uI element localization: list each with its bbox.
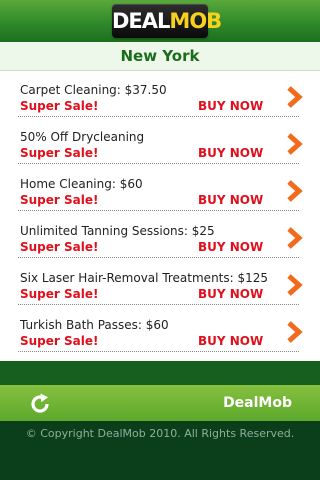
deal-title: Unlimited Tanning Sessions: $25 xyxy=(20,224,215,238)
chevron-right-icon[interactable] xyxy=(285,320,303,344)
divider xyxy=(18,116,299,117)
copyright-text: © Copyright DealMob 2010. All Rights Res… xyxy=(25,427,295,440)
city-bar: New York xyxy=(0,42,320,71)
deal-sale-label: Super Sale! xyxy=(20,99,99,113)
refresh-icon[interactable] xyxy=(28,392,52,416)
buy-now-button[interactable]: BUY NOW xyxy=(198,193,263,207)
deal-sale-label: Super Sale! xyxy=(20,193,99,207)
buy-now-button[interactable]: BUY NOW xyxy=(198,146,263,160)
deal-sale-label: Super Sale! xyxy=(20,334,99,348)
buy-now-button[interactable]: BUY NOW xyxy=(198,99,263,113)
deal-item[interactable]: Carpet Cleaning: $37.50 Super Sale! BUY … xyxy=(0,71,320,118)
deal-sale-label: Super Sale! xyxy=(20,240,99,254)
buy-now-button[interactable]: BUY NOW xyxy=(198,287,263,301)
chevron-right-icon[interactable] xyxy=(285,179,303,203)
deal-title: Carpet Cleaning: $37.50 xyxy=(20,83,167,97)
app: DEALMOB New York Carpet Cleaning: $37.50… xyxy=(0,0,320,480)
dealmob-logo: DEALMOB xyxy=(112,4,222,38)
divider xyxy=(18,351,299,352)
chevron-right-icon[interactable] xyxy=(285,226,303,250)
divider xyxy=(18,257,299,258)
divider xyxy=(18,304,299,305)
deal-sale-label: Super Sale! xyxy=(20,287,99,301)
deal-title: Home Cleaning: $60 xyxy=(20,177,143,191)
brand-label: DealMob xyxy=(223,395,292,411)
deal-title: 50% Off Drycleaning xyxy=(20,130,145,144)
deal-item[interactable]: Turkish Bath Passes: $60 Super Sale! BUY… xyxy=(0,306,320,353)
deal-item[interactable]: Home Cleaning: $60 Super Sale! BUY NOW xyxy=(0,165,320,212)
chevron-right-icon[interactable] xyxy=(285,85,303,109)
deal-item[interactable]: Six Laser Hair-Removal Treatments: $125 … xyxy=(0,259,320,306)
deal-sale-label: Super Sale! xyxy=(20,146,99,160)
city-title: New York xyxy=(120,47,200,65)
buy-now-button[interactable]: BUY NOW xyxy=(198,240,263,254)
deal-item[interactable]: Unlimited Tanning Sessions: $25 Super Sa… xyxy=(0,212,320,259)
deal-title: Turkish Bath Passes: $60 xyxy=(20,318,169,332)
buy-now-button[interactable]: BUY NOW xyxy=(198,334,263,348)
divider xyxy=(18,210,299,211)
deal-item[interactable]: 50% Off Drycleaning Super Sale! BUY NOW xyxy=(0,118,320,165)
chevron-right-icon[interactable] xyxy=(285,273,303,297)
chevron-right-icon[interactable] xyxy=(285,132,303,156)
deal-title: Six Laser Hair-Removal Treatments: $125 xyxy=(20,271,269,285)
app-header: DEALMOB xyxy=(0,0,320,42)
footer-band xyxy=(0,361,320,385)
deal-list: Carpet Cleaning: $37.50 Super Sale! BUY … xyxy=(0,71,320,361)
divider xyxy=(18,163,299,164)
